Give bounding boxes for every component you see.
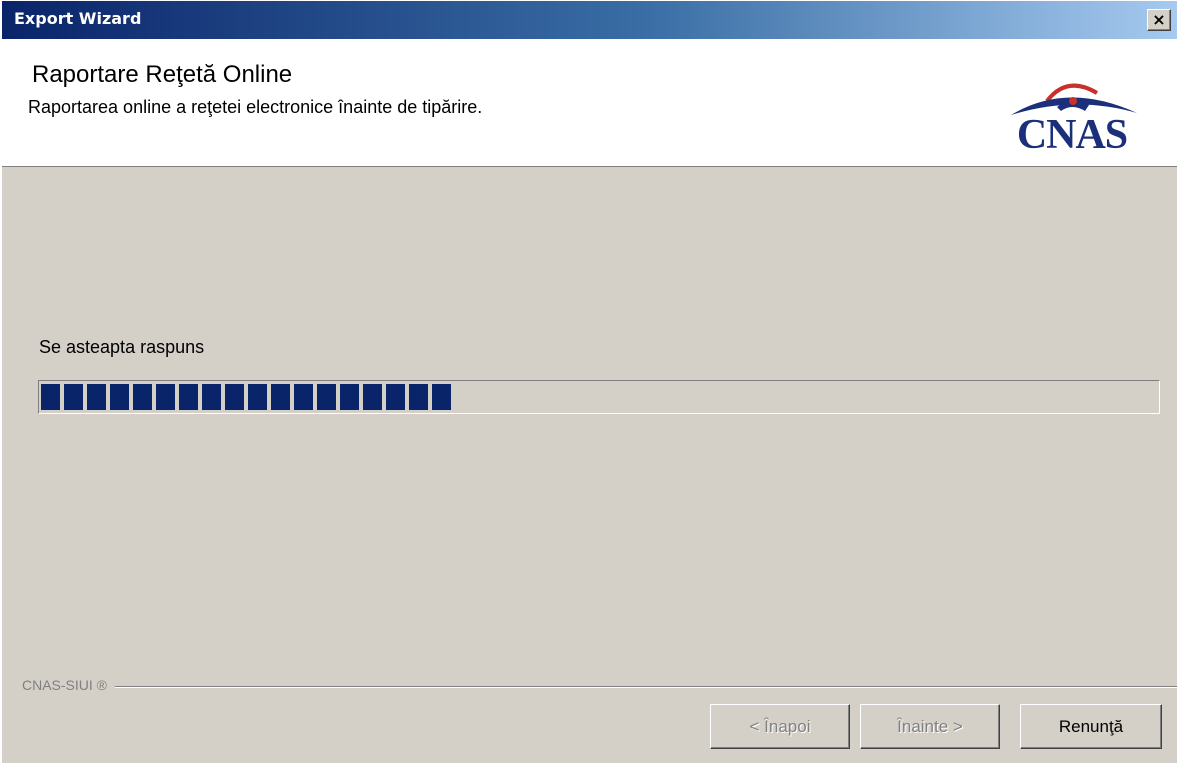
close-button[interactable]: × <box>1147 9 1171 31</box>
title-bar[interactable]: Export Wizard × <box>2 1 1177 39</box>
progress-bar <box>38 380 1160 414</box>
page-subtitle: Raportarea online a reţetei electronice … <box>28 97 483 117</box>
cnas-logo: CNAS <box>997 71 1147 161</box>
page-title: Raportare Reţetă Online <box>32 61 293 88</box>
window-title: Export Wizard <box>14 9 142 28</box>
status-label: Se asteapta raspuns <box>39 337 205 357</box>
next-button[interactable]: Înainte > <box>860 704 1000 749</box>
close-icon: × <box>1152 10 1166 29</box>
wizard-header: Raportare Reţetă Online Raportarea onlin… <box>2 39 1177 167</box>
back-button[interactable]: < Înapoi <box>710 704 850 749</box>
cancel-button[interactable]: Renunţă <box>1020 704 1162 749</box>
export-wizard-window: Export Wizard × Raportare Reţetă Online … <box>0 0 1177 763</box>
footer-brand: CNAS-SIUI ® <box>22 677 115 693</box>
footer-divider <box>22 686 1177 688</box>
progress-fill <box>41 384 451 410</box>
logo-text: CNAS <box>1016 112 1128 158</box>
